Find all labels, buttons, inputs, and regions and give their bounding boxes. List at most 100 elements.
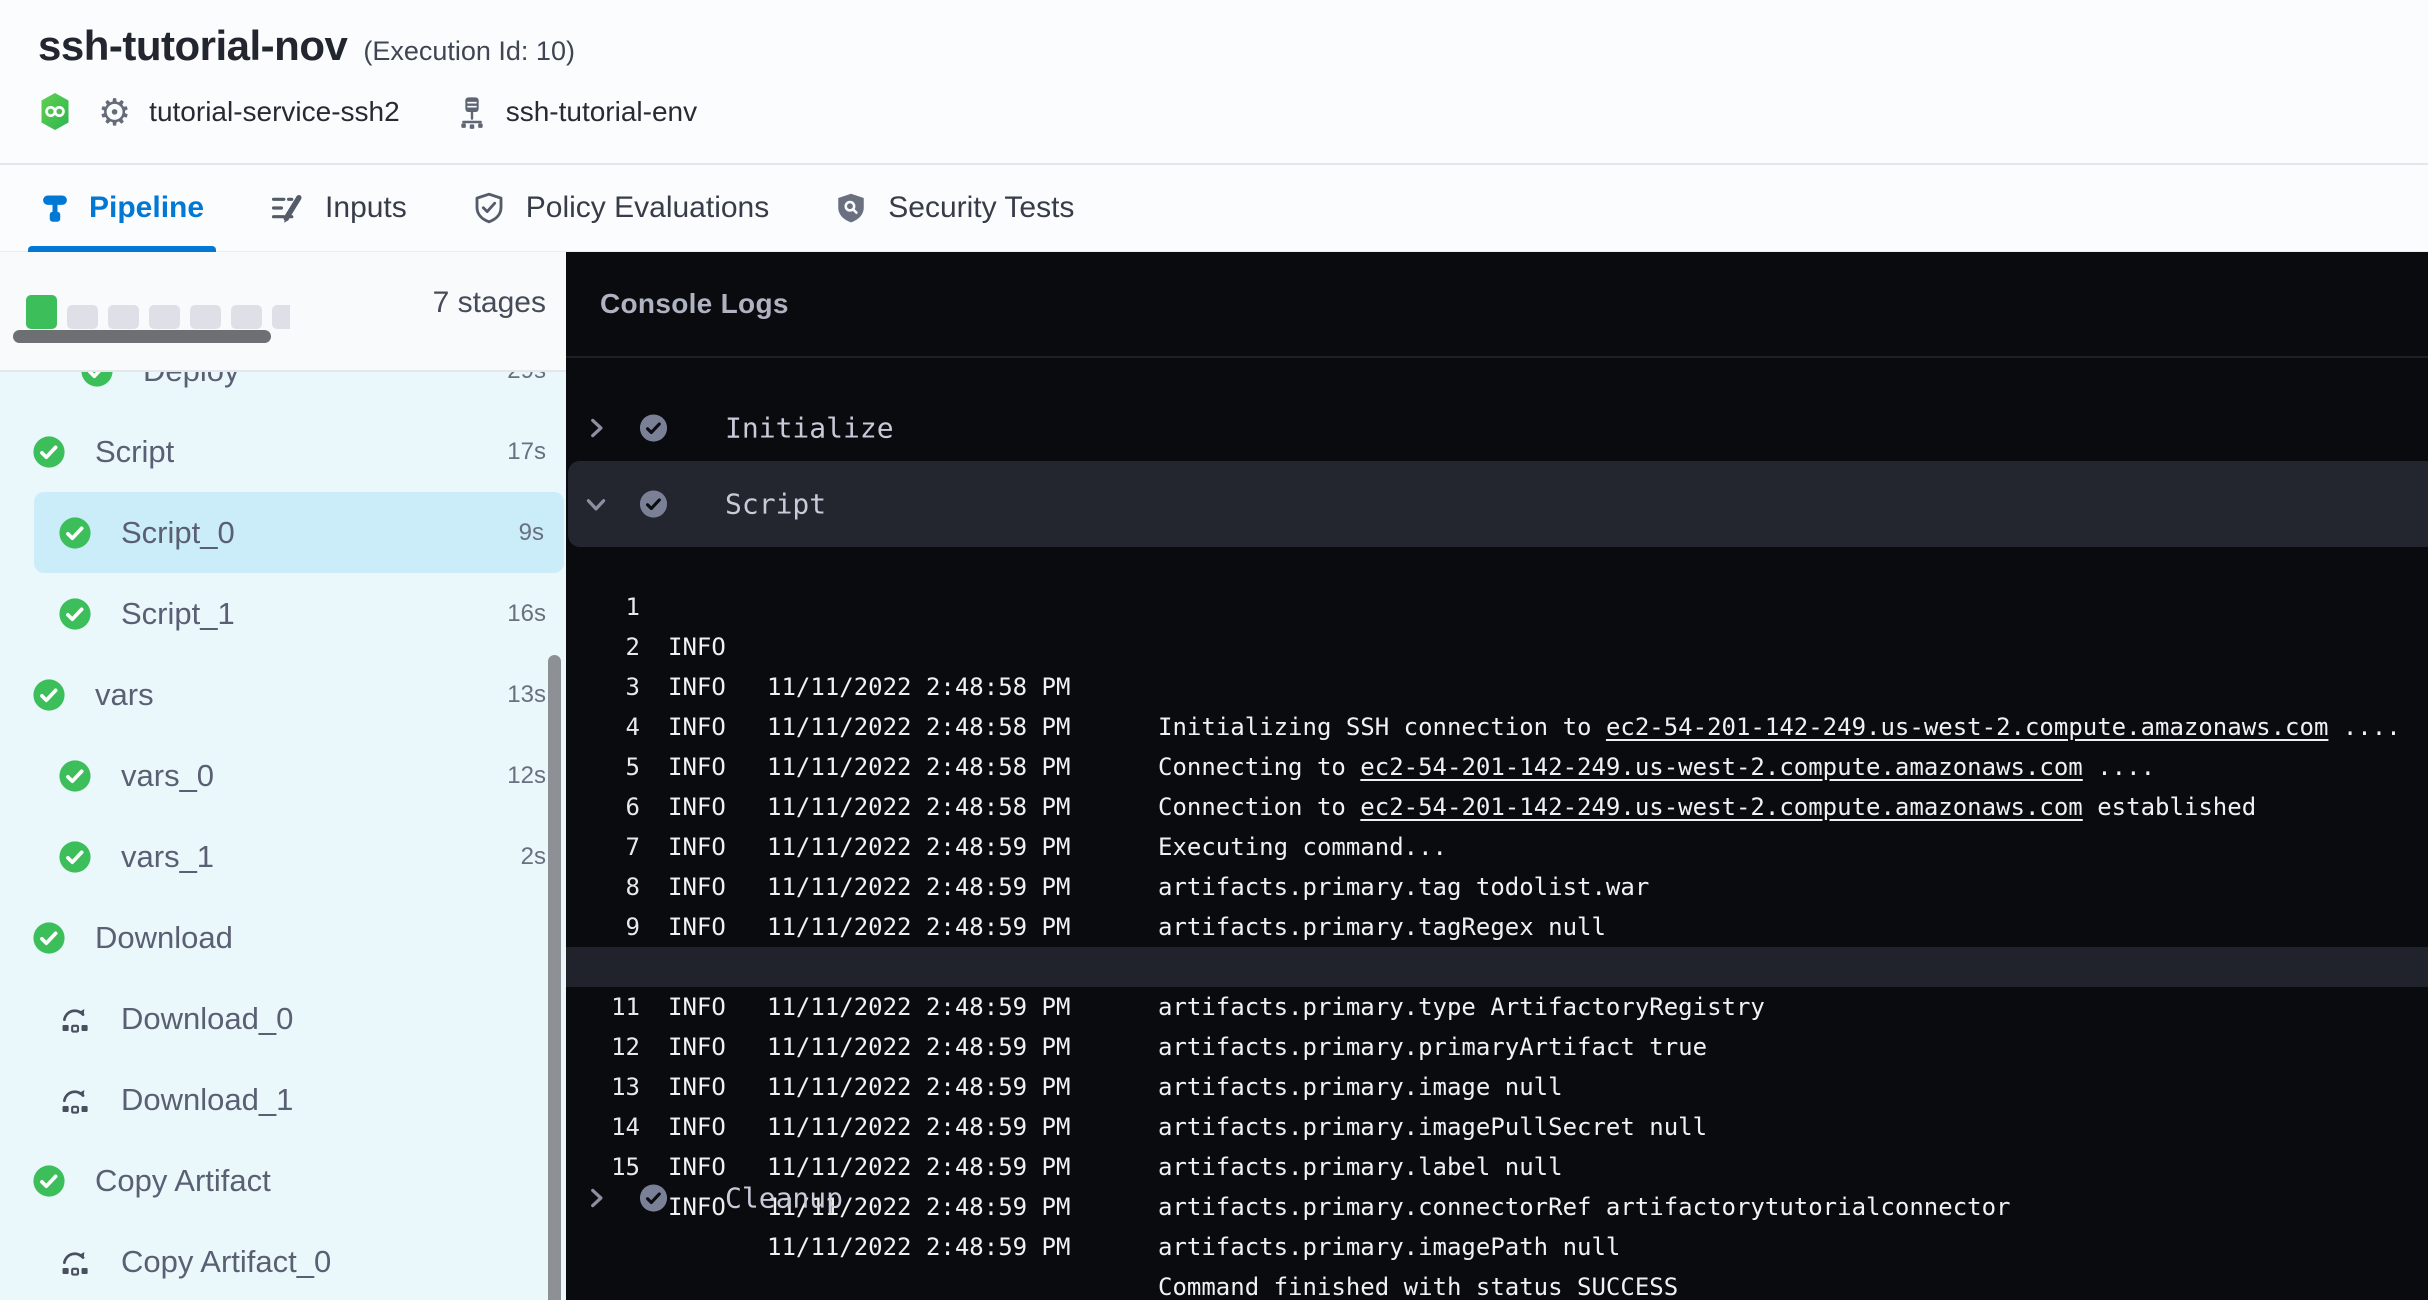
- stage-label: Copy Artifact: [95, 1163, 271, 1199]
- log-message: Command finished with status SUCCESS: [1158, 1267, 1678, 1300]
- log-line[interactable]: 2 INFO 11/11/2022 2:48:58 PM Connecting …: [566, 587, 2428, 627]
- tab-label: Policy Evaluations: [526, 191, 769, 225]
- success-check-icon: [32, 1164, 66, 1198]
- stage-row[interactable]: Download_0: [0, 978, 566, 1059]
- environment-name[interactable]: ssh-tutorial-env: [506, 96, 697, 128]
- section-status-icon: [638, 489, 669, 520]
- stages-header: 7 stages: [0, 252, 566, 372]
- title-row: ssh-tutorial-nov (Execution Id: 10): [38, 22, 575, 70]
- stage-label: vars: [95, 677, 154, 713]
- log-line[interactable]: 14 INFO 11/11/2022 2:48:59 PM artifacts.…: [566, 1067, 2428, 1107]
- log-line[interactable]: 8 INFO 11/11/2022 2:48:59 PM artifacts.p…: [566, 827, 2428, 867]
- tab-inputs[interactable]: Inputs: [268, 165, 407, 251]
- stage-progress-square: [26, 295, 57, 329]
- log-line[interactable]: 13 INFO 11/11/2022 2:48:59 PM artifacts.…: [566, 1027, 2428, 1067]
- stage-label: vars_1: [121, 839, 214, 875]
- stage-status-icon: [32, 435, 66, 469]
- log-section-cleanup[interactable]: Cleanup: [566, 1165, 2428, 1231]
- step-group-icon: [58, 1083, 92, 1117]
- success-check-icon: [32, 921, 66, 955]
- section-label: Script: [725, 488, 826, 521]
- harness-cd-icon: [38, 92, 72, 132]
- log-line[interactable]: 12 INFO 11/11/2022 2:48:59 PM artifacts.…: [566, 987, 2428, 1027]
- stage-label: Script: [95, 434, 174, 470]
- tab-policy-evaluations[interactable]: Policy Evaluations: [471, 165, 769, 251]
- stage-label: Script_0: [121, 515, 235, 551]
- shield-check-icon: [471, 189, 507, 227]
- meta-row: ⚙ tutorial-service-ssh2 ssh-tutorial-env: [38, 90, 697, 134]
- stage-status-icon: [58, 1083, 92, 1117]
- console-logs-header: Console Logs: [566, 252, 2428, 358]
- stage-status-icon: [32, 921, 66, 955]
- page-title: ssh-tutorial-nov: [38, 22, 347, 70]
- stage-label: vars_0: [121, 758, 214, 794]
- log-line[interactable]: 10 INFO 11/11/2022 2:48:59 PM artifacts.…: [566, 907, 2428, 947]
- step-group-icon: [58, 1245, 92, 1279]
- log-line[interactable]: 9 INFO 11/11/2022 2:48:59 PM artifacts.p…: [566, 867, 2428, 907]
- console-logs-title: Console Logs: [600, 288, 789, 320]
- pipeline-execution-page: ssh-tutorial-nov (Execution Id: 10) ⚙ tu…: [0, 0, 2428, 1300]
- stage-count-label: 7 stages: [433, 286, 546, 320]
- stages-sidebar: 7 stages Deploy 29s Script 17s Script_0 …: [0, 252, 566, 1300]
- log-message: artifacts.primary.imagePath null: [1158, 1227, 1620, 1267]
- log-line[interactable]: 15 INFO 11/11/2022 2:48:59 PM Command fi…: [566, 1107, 2428, 1147]
- horizontal-scrollbar-thumb[interactable]: [13, 330, 271, 343]
- tab-security-tests[interactable]: Security Tests: [833, 165, 1074, 251]
- log-line[interactable]: 3 INFO 11/11/2022 2:48:58 PM Connection …: [566, 627, 2428, 667]
- stage-progress-square: [190, 305, 221, 329]
- stage-duration: 9s: [519, 519, 544, 547]
- section-chevron[interactable]: [583, 1185, 609, 1211]
- console-body: Initialize Script 1 INFO 11/11/2022 2:48…: [566, 358, 2428, 1300]
- stage-row[interactable]: vars 13s: [0, 654, 566, 735]
- stage-row[interactable]: Script_0 9s: [34, 492, 564, 573]
- console-logs-panel: Console Logs Initialize Script 1 INFO 11…: [566, 252, 2428, 1300]
- log-line[interactable]: 4 INFO 11/11/2022 2:48:58 PM Executing c…: [566, 667, 2428, 707]
- execution-header: ssh-tutorial-nov (Execution Id: 10) ⚙ tu…: [0, 0, 2428, 163]
- stage-row[interactable]: Download_1: [0, 1059, 566, 1140]
- service-name[interactable]: tutorial-service-ssh2: [149, 96, 400, 128]
- log-line[interactable]: 7 INFO 11/11/2022 2:48:59 PM artifacts.p…: [566, 787, 2428, 827]
- log-line[interactable]: 1 INFO 11/11/2022 2:48:58 PM Initializin…: [566, 547, 2428, 587]
- pipeline-icon: [40, 188, 70, 228]
- success-check-icon: [32, 435, 66, 469]
- log-line[interactable]: 11 INFO 11/11/2022 2:48:59 PM artifacts.…: [566, 947, 2428, 987]
- section-chevron[interactable]: [583, 415, 609, 441]
- tab-label: Security Tests: [888, 191, 1074, 225]
- stage-label: Copy Artifact_0: [121, 1244, 331, 1280]
- stage-progress-square: [108, 305, 139, 329]
- stage-row[interactable]: Script_1 16s: [0, 573, 566, 654]
- log-timestamp: 11/11/2022 2:48:59 PM: [767, 1227, 1070, 1267]
- stage-status-icon: [58, 759, 92, 793]
- stage-label: Deploy: [143, 372, 240, 389]
- stage-row[interactable]: Copy Artifact: [0, 1140, 566, 1221]
- success-check-icon: [58, 516, 92, 550]
- tab-label: Inputs: [325, 191, 407, 225]
- log-line[interactable]: 5 INFO 11/11/2022 2:48:59 PM artifacts.p…: [566, 707, 2428, 747]
- stage-row[interactable]: vars_0 12s: [0, 735, 566, 816]
- section-chevron[interactable]: [583, 491, 609, 517]
- stage-status-icon: [58, 840, 92, 874]
- section-label: Initialize: [725, 412, 894, 445]
- stage-label: Download: [95, 920, 233, 956]
- shield-magnifier-icon: [833, 189, 869, 227]
- stage-progress-bar: [26, 295, 290, 329]
- stage-row[interactable]: Copy Artifact_0: [0, 1221, 566, 1300]
- stage-label: Script_1: [121, 596, 235, 632]
- log-lines-area: 1 INFO 11/11/2022 2:48:58 PM Initializin…: [566, 547, 2428, 1147]
- stage-row[interactable]: Script 17s: [0, 411, 566, 492]
- stage-row[interactable]: vars_1 2s: [0, 816, 566, 897]
- log-line[interactable]: 6 INFO 11/11/2022 2:48:59 PM artifacts.p…: [566, 747, 2428, 787]
- stage-label: Download_0: [121, 1001, 293, 1037]
- stage-duration: 29s: [507, 372, 546, 385]
- chevron-right-icon: [583, 1185, 609, 1211]
- stage-status-icon: [32, 1164, 66, 1198]
- success-check-icon: [58, 840, 92, 874]
- tab-pipeline[interactable]: Pipeline: [40, 165, 204, 251]
- stage-status-icon: [58, 516, 92, 550]
- stage-row[interactable]: Deploy 29s: [0, 372, 566, 411]
- log-section-initialize[interactable]: Initialize: [566, 395, 2428, 461]
- vertical-scrollbar-thumb[interactable]: [548, 655, 561, 1300]
- stage-row[interactable]: Download: [0, 897, 566, 978]
- shield-check-icon: [471, 189, 507, 227]
- log-section-script[interactable]: Script: [568, 461, 2428, 547]
